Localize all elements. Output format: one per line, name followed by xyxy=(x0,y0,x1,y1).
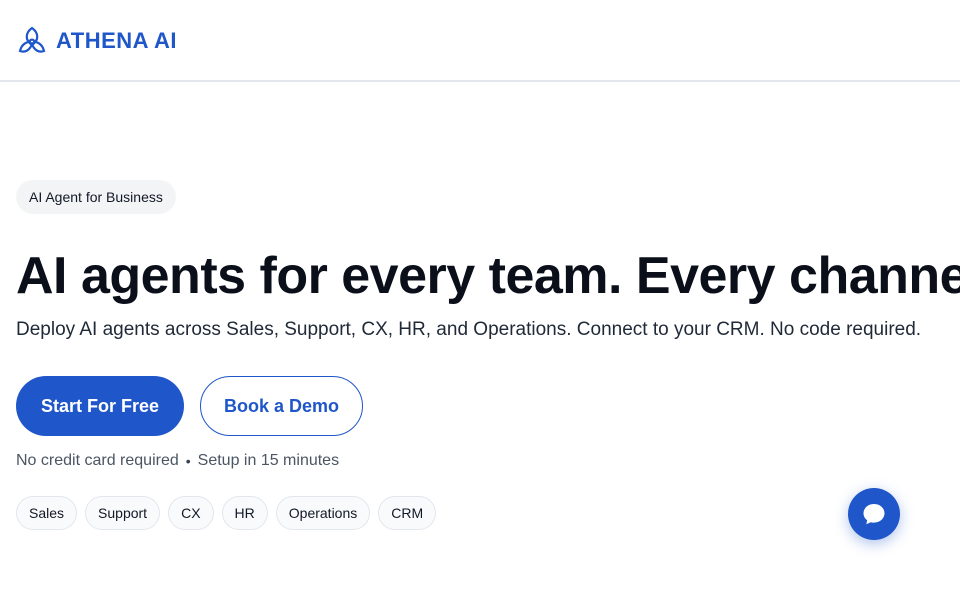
note-separator: • xyxy=(185,453,191,469)
book-a-demo-button[interactable]: Book a Demo xyxy=(200,376,363,436)
brand-logo-link[interactable]: ATHENA AI xyxy=(16,25,177,57)
chip-sales[interactable]: Sales xyxy=(16,496,78,530)
triskelion-logo-icon xyxy=(18,26,46,53)
chip-operations[interactable]: Operations xyxy=(275,496,371,530)
chip-hr[interactable]: HR xyxy=(221,496,268,530)
hero-headline: AI agents for every team. Every channel. xyxy=(16,247,960,305)
chat-bubble-icon xyxy=(863,504,885,525)
chip-support[interactable]: Support xyxy=(85,496,161,530)
start-for-free-button[interactable]: Start For Free xyxy=(16,376,184,436)
no-credit-card-text: No credit card required xyxy=(16,452,179,469)
signup-note: No credit card required • Setup in 15 mi… xyxy=(16,450,339,472)
brand-name: ATHENA AI xyxy=(56,28,178,53)
setup-time-text: Setup in 15 minutes xyxy=(197,452,340,469)
chat-widget-button[interactable] xyxy=(848,488,900,540)
hero-badge: AI Agent for Business xyxy=(16,180,176,214)
chip-crm[interactable]: CRM xyxy=(378,496,437,530)
team-chips: Sales Support CX HR Operations CRM xyxy=(16,496,437,530)
chip-cx[interactable]: CX xyxy=(168,496,214,530)
site-header: ATHENA AI xyxy=(0,0,960,82)
hero-subhead: Deploy AI agents across Sales, Support, … xyxy=(16,319,922,340)
